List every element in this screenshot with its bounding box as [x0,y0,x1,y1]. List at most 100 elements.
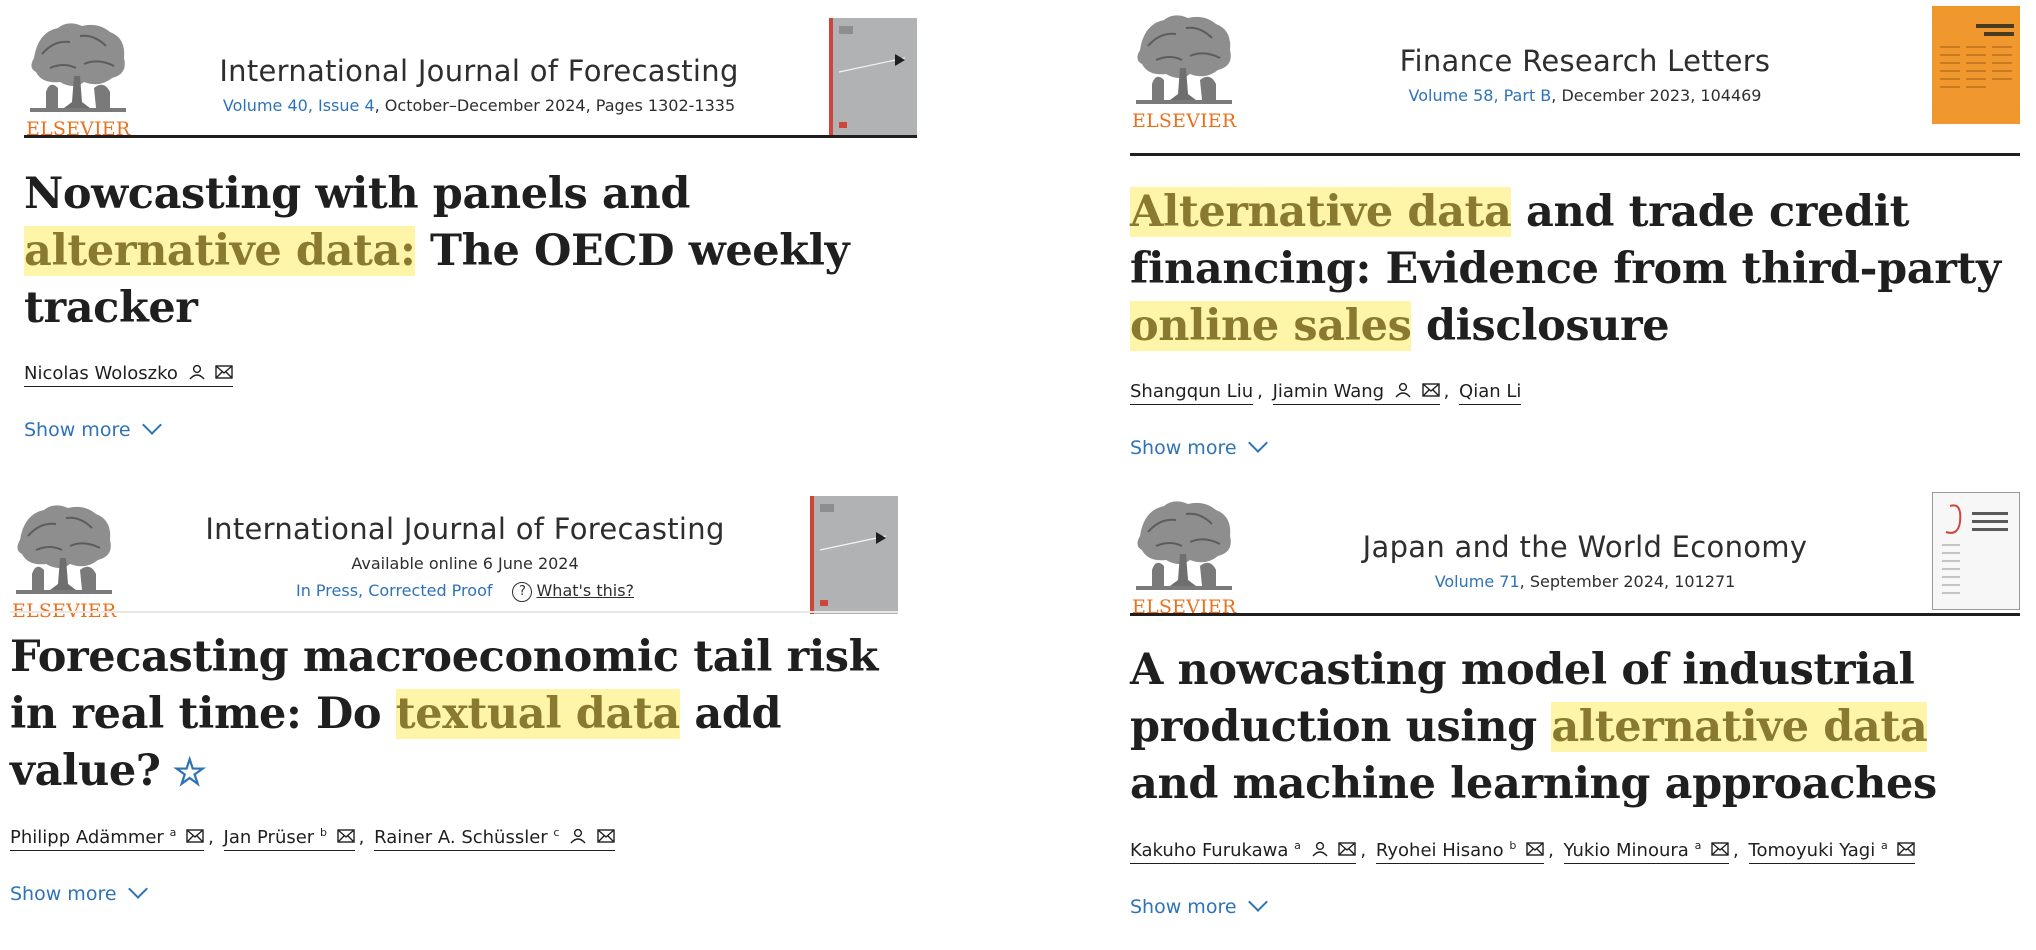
mail-icon [1897,842,1916,856]
author-link[interactable]: Qian Li [1459,381,1522,405]
person-icon [570,828,586,844]
article-title[interactable]: A nowcasting model of industrial product… [1130,642,2020,813]
search-highlight: alternative data: [24,226,416,276]
header-divider [1130,153,2020,156]
author-link[interactable]: Nicolas Woloszko [24,363,234,387]
elsevier-tree-icon [10,500,118,598]
author-link[interactable]: Philipp Adämmer a [10,826,205,851]
author-name: Qian Li [1459,381,1522,402]
show-more-button[interactable]: Show more [24,415,917,441]
elsevier-logo[interactable]: ELSEVIER [1130,10,1240,132]
mail-icon [1526,842,1544,856]
article-title[interactable]: Nowcasting with panels and alternative d… [24,166,917,337]
title-text: disclosure [1411,301,1670,351]
show-more-button[interactable]: Show more [1130,433,2020,459]
question-icon[interactable]: ? [512,581,533,602]
issue-details: , December 2023, 104469 [1551,86,1762,105]
author-link[interactable]: Kakuho Furukawa a [1130,839,1357,864]
title-text: Nowcasting with panels and [24,169,691,219]
chevron-down-icon [141,415,162,435]
search-highlight: online sales [1130,301,1412,351]
whats-this-link[interactable]: What's this? [536,581,634,600]
journal-header: ELSEVIER International Journal of Foreca… [24,14,917,140]
cover-image-icon [829,18,917,136]
elsevier-logo-text: ELSEVIER [1132,110,1237,132]
search-highlight: textual data [395,689,680,739]
author-name: Philipp Adämmer [10,827,164,848]
show-more-label: Show more [1130,896,1237,918]
show-more-label: Show more [24,419,131,441]
show-more-label: Show more [10,883,117,905]
author-name: Jan Prüser [223,827,315,848]
author-link[interactable]: Shangqun Liu [1130,381,1254,405]
chevron-down-icon [1247,433,1268,453]
author-link[interactable]: Yukio Minoura a [1563,839,1730,864]
person-icon [1312,841,1328,857]
affiliation-sup: a [169,826,177,839]
journal-cover[interactable] [1932,6,2020,124]
author-list: Nicolas Woloszko [24,363,917,387]
author-link[interactable]: Jiamin Wang [1272,381,1440,405]
search-highlight: Alternative data [1130,187,1512,237]
header-divider [1130,613,2020,616]
elsevier-tree-icon [24,18,132,116]
journal-title[interactable]: Japan and the World Economy [1300,530,1870,564]
person-icon [189,364,205,380]
journal-title[interactable]: Finance Research Letters [1300,44,1870,78]
article-card-1: ELSEVIER International Journal of Foreca… [24,14,917,441]
journal-cover[interactable] [810,496,898,614]
author-link[interactable]: Jan Prüser b [223,826,355,851]
affiliation-sup: b [1509,839,1517,852]
chevron-down-icon [1247,892,1268,912]
article-title[interactable]: Forecasting macroeconomic tail risk in r… [10,629,898,800]
cover-image-icon [1932,492,2020,610]
person-icon [1395,382,1411,398]
article-card-4: ELSEVIER Japan and the World Economy Vol… [1130,492,2020,918]
article-card-2: ELSEVIER Finance Research Letters Volume… [1130,6,2020,459]
journal-info: Japan and the World Economy Volume 71, S… [1300,530,1870,591]
star-icon[interactable]: ☆ [173,749,207,794]
article-card-3: ELSEVIER International Journal of Foreca… [10,496,898,905]
author-name: Kakuho Furukawa [1130,840,1289,861]
volume-link[interactable]: Volume 40, Issue 4 [223,96,375,115]
journal-info: International Journal of Forecasting Ava… [180,512,750,602]
author-link[interactable]: Tomoyuki Yagi a [1748,839,1916,864]
elsevier-tree-icon [1130,496,1238,594]
cover-image-icon [1932,6,2020,124]
mail-icon [186,829,204,843]
elsevier-logo[interactable]: ELSEVIER [24,18,134,140]
journal-cover[interactable] [1932,492,2020,610]
author-name: Rainer A. Schüssler [374,827,548,848]
journal-title[interactable]: International Journal of Forecasting [194,54,764,88]
elsevier-tree-icon [1130,10,1238,108]
author-link[interactable]: Rainer A. Schüssler c [374,826,615,851]
elsevier-logo[interactable]: ELSEVIER [10,500,120,622]
show-more-button[interactable]: Show more [10,879,898,905]
volume-link[interactable]: Volume 71 [1435,572,1520,591]
author-name: Shangqun Liu [1130,381,1254,402]
author-list: Philipp Adämmer a , Jan Prüser b , Raine… [10,826,898,851]
author-name: Ryohei Hisano [1375,840,1504,861]
author-link[interactable]: Ryohei Hisano b [1375,839,1545,864]
journal-info: International Journal of Forecasting Vol… [194,54,764,115]
article-title[interactable]: Alternative data and trade credit financ… [1130,184,2020,355]
author-list: Shangqun Liu, Jiamin Wang , Qian Li [1130,381,2020,405]
header-divider [10,611,898,613]
journal-info: Finance Research Letters Volume 58, Part… [1300,44,1870,105]
chevron-down-icon [127,879,148,899]
mail-icon [215,365,234,379]
mail-icon [336,829,355,843]
author-name: Yukio Minoura [1563,840,1689,861]
show-more-button[interactable]: Show more [1130,892,2020,918]
mail-icon [1421,383,1440,397]
search-highlight: alternative data [1551,702,1928,752]
journal-title[interactable]: International Journal of Forecasting [180,512,750,546]
mail-icon [1338,842,1357,856]
journal-cover[interactable] [829,18,917,136]
affiliation-sup: c [553,826,560,839]
elsevier-logo[interactable]: ELSEVIER [1130,496,1240,618]
title-text: and machine learning approaches [1130,759,1937,809]
author-name: Tomoyuki Yagi [1748,840,1876,861]
journal-header: ELSEVIER Japan and the World Economy Vol… [1130,492,2020,618]
volume-link[interactable]: Volume 58, Part B [1409,86,1552,105]
